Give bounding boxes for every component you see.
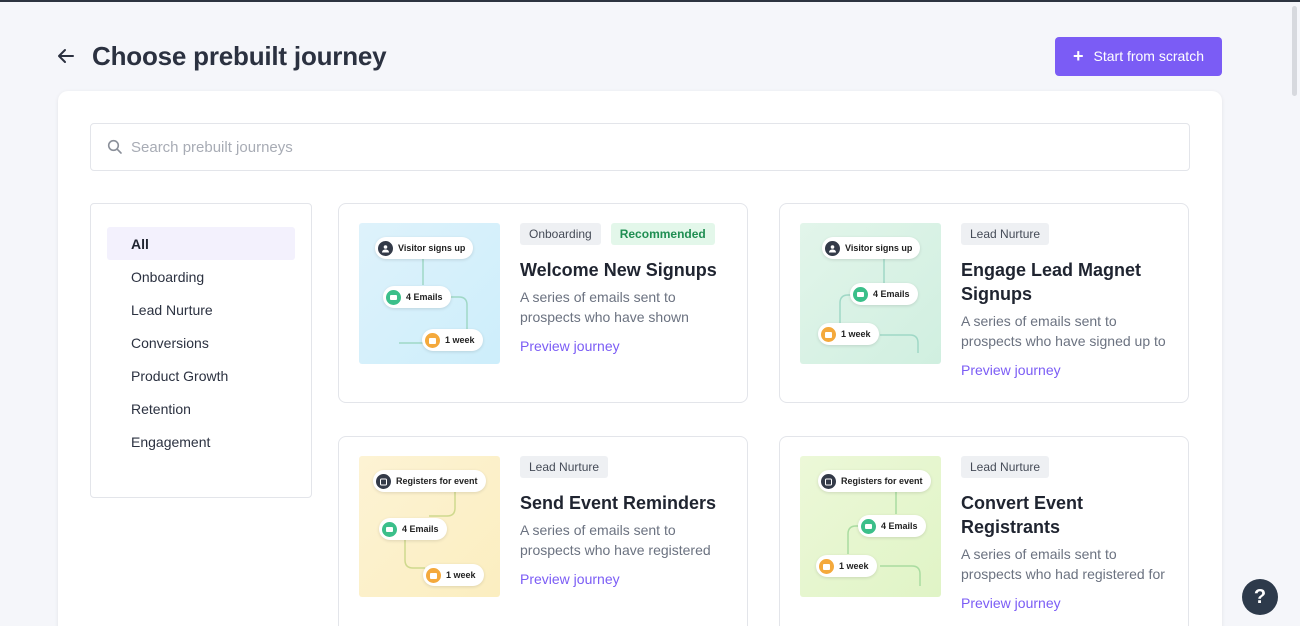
journey-card-send-event-reminders[interactable]: Registers for event 4 Emails 1 week Lead… [338, 436, 748, 626]
filter-conversions[interactable]: Conversions [107, 326, 295, 359]
journey-diagram-thumbnail: Visitor signs up 4 Emails 1 week [800, 223, 941, 364]
journey-node-label: Registers for event [396, 476, 478, 486]
journey-node-delay: 1 week [422, 329, 483, 351]
journey-node-label: Registers for event [841, 476, 923, 486]
search-input[interactable] [131, 138, 1189, 156]
page-header: Choose prebuilt journey + Start from scr… [56, 36, 1222, 76]
category-filter-list: All Onboarding Lead Nurture Conversions … [90, 203, 312, 498]
journey-description: A series of emails sent to prospects who… [520, 522, 711, 558]
user-icon [378, 240, 393, 256]
email-icon [861, 518, 876, 534]
journey-node-label: 4 Emails [406, 292, 443, 302]
journey-node-delay: 1 week [423, 564, 484, 586]
journey-node-emails: 4 Emails [383, 286, 451, 308]
journey-node-label: Visitor signs up [398, 243, 466, 253]
tag-lead-nurture: Lead Nurture [961, 223, 1050, 245]
plus-icon: + [1073, 46, 1084, 66]
journey-card-body: Onboarding Recommended Welcome New Signu… [520, 223, 731, 354]
journey-title: Welcome New Signups [520, 260, 717, 280]
help-button[interactable]: ? [1242, 579, 1278, 615]
journey-node-label: 4 Emails [881, 521, 918, 531]
journey-node-trigger: Registers for event [373, 470, 486, 492]
filter-engagement[interactable]: Engagement [107, 425, 295, 458]
journey-title: Engage Lead Magnet Signups [961, 260, 1142, 304]
journey-node-emails: 4 Emails [858, 515, 926, 537]
journey-node-trigger: Visitor signs up [375, 237, 474, 259]
journey-diagram-thumbnail: Registers for event 4 Emails 1 week [800, 456, 941, 597]
journey-node-trigger: Registers for event [818, 470, 931, 492]
journey-node-label: 1 week [841, 329, 871, 339]
journey-node-label: Visitor signs up [845, 243, 913, 253]
calendar-icon [376, 473, 391, 489]
email-icon [853, 286, 868, 302]
journey-description: A series of emails sent to prospects who… [961, 546, 1165, 582]
journey-card-convert-event-registrants[interactable]: Registers for event 4 Emails 1 week Lead… [779, 436, 1189, 626]
tag-lead-nurture: Lead Nurture [520, 456, 609, 478]
preview-journey-link[interactable]: Preview journey [961, 362, 1172, 378]
header-left: Choose prebuilt journey [56, 40, 387, 72]
journey-node-trigger: Visitor signs up [822, 237, 921, 259]
start-from-scratch-button[interactable]: + Start from scratch [1055, 36, 1222, 76]
journey-diagram-thumbnail: Visitor signs up 4 Emails 1 week [359, 223, 500, 364]
journey-tags: Lead Nurture [961, 223, 1172, 245]
page-title: Choose prebuilt journey [92, 40, 387, 71]
calendar-icon [819, 558, 834, 574]
journey-card-welcome-new-signups[interactable]: Visitor signs up 4 Emails 1 week Onboard… [338, 203, 748, 403]
start-from-scratch-label: Start from scratch [1093, 48, 1204, 64]
search-icon [107, 139, 123, 155]
journey-description: A series of emails sent to prospects who… [961, 313, 1166, 349]
back-arrow-icon[interactable] [56, 46, 76, 66]
email-icon [386, 289, 401, 305]
filter-product-growth[interactable]: Product Growth [107, 359, 295, 392]
tag-onboarding: Onboarding [520, 223, 601, 245]
search-bar [90, 123, 1190, 171]
journey-card-body: Lead Nurture Send Event Reminders A seri… [520, 456, 731, 587]
journey-node-label: 1 week [446, 570, 476, 580]
journey-diagram-thumbnail: Registers for event 4 Emails 1 week [359, 456, 500, 597]
journey-node-label: 1 week [839, 561, 869, 571]
journey-node-emails: 4 Emails [850, 283, 918, 305]
user-icon [825, 240, 840, 256]
filter-lead-nurture[interactable]: Lead Nurture [107, 293, 295, 326]
filter-retention[interactable]: Retention [107, 392, 295, 425]
journey-tags: Lead Nurture [520, 456, 731, 478]
journey-node-emails: 4 Emails [379, 518, 447, 540]
filter-onboarding[interactable]: Onboarding [107, 260, 295, 293]
journey-node-label: 4 Emails [402, 524, 439, 534]
email-icon [382, 521, 397, 537]
preview-journey-link[interactable]: Preview journey [520, 571, 731, 587]
tag-lead-nurture: Lead Nurture [961, 456, 1050, 478]
journey-tags: Lead Nurture [961, 456, 1172, 478]
preview-journey-link[interactable]: Preview journey [520, 338, 731, 354]
filter-all[interactable]: All [107, 227, 295, 260]
journey-card-engage-lead-magnet-signups[interactable]: Visitor signs up 4 Emails 1 week Lead Nu… [779, 203, 1189, 403]
calendar-icon [426, 567, 441, 583]
journey-description: A series of emails sent to prospects who… [520, 289, 689, 325]
journey-node-delay: 1 week [816, 555, 877, 577]
journey-node-label: 4 Emails [873, 289, 910, 299]
journey-title: Convert Event Registrants [961, 493, 1084, 537]
calendar-icon [425, 332, 440, 348]
calendar-icon [821, 473, 836, 489]
calendar-icon [821, 326, 836, 342]
journey-node-delay: 1 week [818, 323, 879, 345]
page-scrollbar[interactable] [1292, 6, 1297, 96]
journey-card-body: Lead Nurture Convert Event Registrants A… [961, 456, 1172, 611]
journey-panel: All Onboarding Lead Nurture Conversions … [58, 91, 1222, 626]
journey-title: Send Event Reminders [520, 493, 717, 513]
journey-tags: Onboarding Recommended [520, 223, 731, 245]
tag-recommended: Recommended [610, 223, 715, 245]
journey-card-body: Lead Nurture Engage Lead Magnet Signups … [961, 223, 1172, 378]
journey-node-label: 1 week [445, 335, 475, 345]
preview-journey-link[interactable]: Preview journey [961, 595, 1172, 611]
